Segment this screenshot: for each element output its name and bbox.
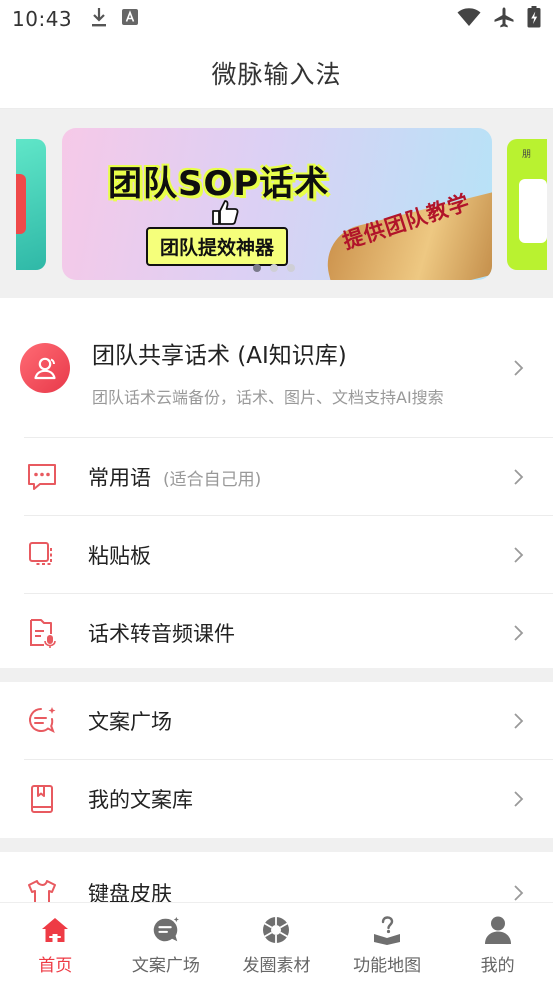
nav-label: 发圈素材 [242,956,311,976]
home-icon [40,915,70,945]
team-shared-scripts-item[interactable]: 团队共享话术 (AI知识库) 团队话术云端备份，话术、图片、文档支持AI搜索 [0,298,553,438]
keyboard-a-icon [122,9,139,29]
nav-feature-map[interactable]: 功能地图 [332,903,443,984]
row-label: 粘贴板 [88,544,151,568]
status-bar: 10:43 [0,0,553,38]
copywriting-square-item[interactable]: 文案广场 [0,682,553,760]
audio-file-icon [24,615,60,651]
nav-label: 文案广场 [131,956,200,976]
chevron-right-icon [514,885,524,901]
script-to-audio-item[interactable]: 话术转音频课件 [0,594,553,672]
thumbs-up-icon [210,198,240,226]
chevron-right-icon [514,713,524,729]
main-menu-group: 团队共享话术 (AI知识库) 团队话术云端备份，话术、图片、文档支持AI搜索 常… [0,298,553,668]
download-icon [90,6,108,32]
row-label: 我的文案库 [88,788,193,812]
carousel-indicator [253,264,295,272]
user-icon [483,915,513,945]
carousel-dot[interactable] [270,264,278,272]
row-label: 常用语 [88,466,151,490]
row-label: 文案广场 [88,710,172,734]
my-copy-library-item[interactable]: 我的文案库 [0,760,553,838]
banner-next-slide[interactable]: 朋 [507,139,547,270]
feature-title: 团队共享话术 (AI知识库) [92,343,347,369]
row-label: 话术转音频课件 [88,622,235,646]
nav-profile[interactable]: 我的 [442,903,553,984]
status-time: 10:43 [12,7,73,31]
copywriting-group: 文案广场 我的文案库 [0,682,553,838]
chat-bubble-icon [151,915,181,945]
banner-subtitle: 团队提效神器 [146,227,289,266]
chat-dots-icon [24,459,60,495]
sparkle-chat-icon [24,703,60,739]
banner-next-card [519,179,547,243]
nav-home[interactable]: 首页 [0,903,111,984]
carousel-dot[interactable] [253,264,261,272]
airplane-icon [493,6,515,32]
row-hint: (适合自己用) [163,469,262,490]
common-phrases-item[interactable]: 常用语 (适合自己用) [0,438,553,516]
battery-charging-icon [527,6,541,32]
nav-label: 功能地图 [353,956,422,976]
chevron-right-icon [514,469,524,485]
chevron-right-icon [514,625,524,641]
team-user-icon [20,343,70,393]
bottom-nav: 首页 文案广场 发圈素材 功能地图 我的 [0,902,553,984]
book-icon [24,781,60,817]
banner-prev-slide[interactable] [16,139,46,270]
nav-label: 首页 [38,956,73,976]
banner-next-peek-text: 朋 [522,150,532,160]
banner-slide[interactable]: 团队SOP话术 团队提效神器 提供团队教学 [62,128,492,280]
page-title: 微脉输入法 [211,60,342,89]
clipboard-item[interactable]: 粘贴板 [0,516,553,594]
chevron-right-icon [514,791,524,807]
feature-description: 团队话术云端备份，话术、图片、文档支持AI搜索 [92,388,444,407]
chevron-right-icon [514,360,524,376]
nav-copywriting-square[interactable]: 文案广场 [111,903,222,984]
nav-moments-materials[interactable]: 发圈素材 [221,903,332,984]
title-bar: 微脉输入法 [0,38,553,108]
clipboard-icon [24,537,60,573]
chevron-right-icon [514,547,524,563]
wifi-icon [457,7,481,31]
nav-label: 我的 [480,956,515,976]
carousel-dot[interactable] [287,264,295,272]
question-book-icon [372,915,402,945]
aperture-icon [261,915,291,945]
